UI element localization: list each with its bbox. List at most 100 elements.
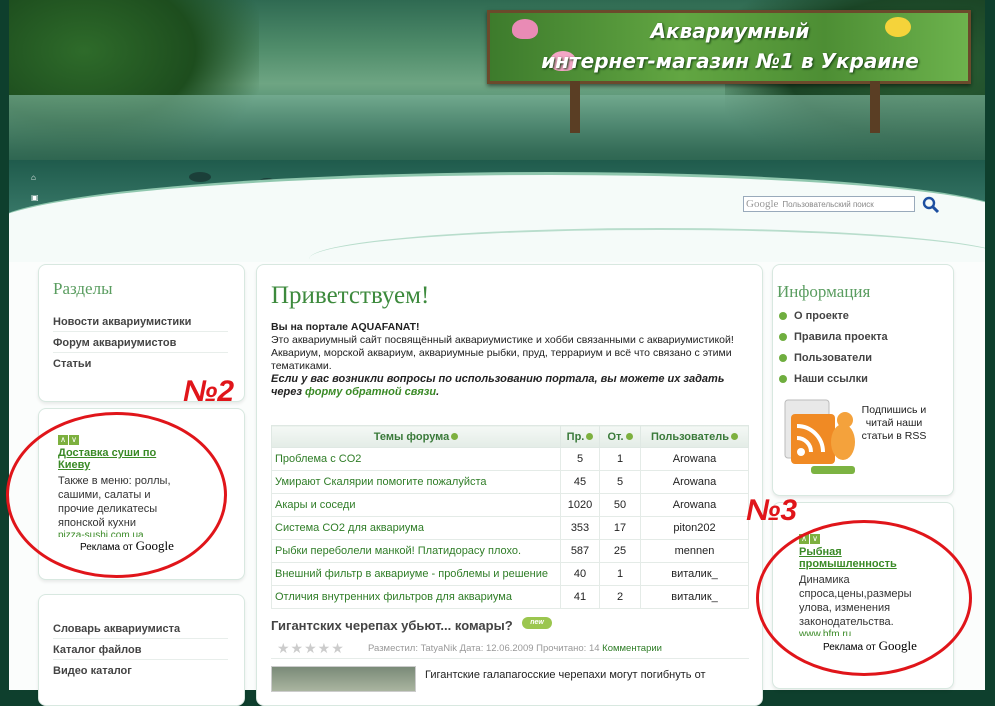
bullet-icon: [779, 354, 787, 363]
topic-link[interactable]: Система CO2 для аквариума: [271, 516, 561, 540]
table-row: Внешний фильтр в аквариуме - проблемы и …: [271, 562, 749, 586]
intro-text: Это аквариумный сайт посвящённый аквариу…: [271, 334, 734, 372]
header-banner: Аквариумный интернет-магазин №1 в Украин…: [9, 0, 985, 262]
table-row: Отличия внутренних фильтров для аквариум…: [271, 585, 749, 609]
user-cell: Arowana: [640, 493, 749, 517]
question-end: .: [436, 386, 440, 398]
col-views-label: Пр.: [566, 430, 585, 443]
col-replies[interactable]: От.: [599, 425, 641, 448]
topic-link[interactable]: Проблема с CO2: [271, 447, 561, 471]
table-row: Система CO2 для аквариума 353 17 piton202: [271, 516, 749, 540]
info-link-rules[interactable]: Правила проекта: [779, 331, 888, 343]
rss-subscribe-text[interactable]: Подпишись и читай наши статьи в RSS: [859, 404, 929, 443]
views-cell: 45: [560, 470, 600, 494]
bullet-icon: [779, 375, 787, 384]
user-cell: piton202: [640, 516, 749, 540]
fish-image: [189, 172, 211, 182]
col-user-label: Пользователь: [650, 430, 729, 443]
replies-cell: 50: [599, 493, 641, 517]
table-row: Акары и соседи 1020 50 Arowana: [271, 493, 749, 517]
comments-link[interactable]: Комментарии: [602, 643, 662, 654]
sign-line-2: интернет-магазин №1 в Украине: [541, 49, 919, 73]
menu-item-articles[interactable]: Статьи: [53, 355, 228, 373]
col-views[interactable]: Пр.: [560, 425, 600, 448]
views-cell: 40: [560, 562, 600, 586]
replies-cell: 5: [599, 470, 641, 494]
views-cell: 353: [560, 516, 600, 540]
forum-table: Темы форума Пр. От. Пользователь Проблем…: [271, 425, 749, 609]
article-text: Гигантские галапагосские черепахи могут …: [425, 669, 706, 681]
views-cell: 1020: [560, 493, 600, 517]
search-placeholder: Пользовательский поиск: [782, 199, 874, 209]
annotation-label-3: №3: [746, 494, 798, 527]
menu-item-video[interactable]: Видео каталог: [53, 662, 228, 680]
article-thumbnail[interactable]: [271, 666, 416, 692]
shop-sign-banner[interactable]: Аквариумный интернет-магазин №1 в Украин…: [487, 10, 971, 133]
bullet-icon: [779, 333, 787, 342]
bullet-icon: [779, 312, 787, 321]
user-cell: Arowana: [640, 447, 749, 471]
article-title[interactable]: Гигантских черепах убьют... комары?: [271, 618, 513, 633]
sort-icon: [731, 432, 738, 440]
annotation-circle-2: [6, 412, 227, 578]
col-user[interactable]: Пользователь: [640, 425, 749, 448]
replies-cell: 1: [599, 562, 641, 586]
views-cell: 5: [560, 447, 600, 471]
info-link-about[interactable]: О проекте: [779, 310, 849, 322]
menu-item-dictionary[interactable]: Словарь аквариумиста: [53, 620, 228, 639]
home-icon[interactable]: ⌂: [31, 174, 39, 182]
topic-link[interactable]: Внешний фильтр в аквариуме - проблемы и …: [271, 562, 561, 586]
user-cell: Arowana: [640, 470, 749, 494]
info-link-label: Пользователи: [794, 352, 873, 364]
article-meta-text: Разместил: TatyaNik Дата: 12.06.2009 Про…: [368, 643, 600, 654]
col-replies-label: От.: [607, 430, 624, 443]
info-link-users[interactable]: Пользователи: [779, 352, 872, 364]
topic-link[interactable]: Акары и соседи: [271, 493, 561, 517]
rating-stars[interactable]: ★★★★★: [277, 640, 345, 657]
sort-icon: [586, 432, 594, 440]
portal-name: Вы на портале AQUAFANAT!: [271, 321, 420, 333]
annotation-circle-3: [756, 520, 972, 676]
sort-icon: [625, 432, 633, 440]
annotation-label-2: №2: [183, 375, 235, 408]
lily-icon: [512, 19, 538, 39]
page-body: Разделы Новости аквариумистики Форум акв…: [6, 262, 985, 706]
table-row: Умирают Скалярии помогите пожалуйста 45 5 A…: [271, 470, 749, 494]
sections-title: Разделы: [53, 279, 113, 298]
views-cell: 587: [560, 539, 600, 563]
sign-post: [870, 81, 880, 133]
divider: [271, 658, 749, 659]
table-row: Рыбки переболели манкой! Платидорасу пло…: [271, 539, 749, 563]
bookmark-icon[interactable]: ▣: [31, 194, 39, 202]
info-link-label: О проекте: [794, 310, 849, 322]
search-icon[interactable]: [922, 196, 940, 214]
info-link-label: Наши ссылки: [794, 373, 868, 385]
user-cell: виталик_: [640, 562, 749, 586]
topic-link[interactable]: Отличия внутренних фильтров для аквариум…: [271, 585, 561, 609]
info-title: Информация: [777, 282, 871, 301]
user-cell: виталик_: [640, 585, 749, 609]
user-cell: mennen: [640, 539, 749, 563]
search-input[interactable]: Google Пользовательский поиск: [743, 196, 915, 212]
catalog-panel: Словарь аквариумиста Каталог файлов Виде…: [38, 594, 245, 706]
google-logo: Google: [746, 198, 779, 210]
menu-item-forum[interactable]: Форум аквариумистов: [53, 334, 228, 353]
topic-link[interactable]: Умирают Скалярии помогите пожалуйста: [271, 470, 561, 494]
replies-cell: 25: [599, 539, 641, 563]
info-link-label: Правила проекта: [794, 331, 888, 343]
rss-reader-icon[interactable]: [781, 392, 863, 482]
col-topics-label: Темы форума: [373, 430, 450, 443]
menu-item-news[interactable]: Новости аквариумистики: [53, 313, 228, 332]
col-topics[interactable]: Темы форума: [271, 425, 561, 448]
water-image: [9, 95, 985, 170]
topic-link[interactable]: Рыбки переболели манкой! Платидорасу пло…: [271, 539, 561, 563]
replies-cell: 17: [599, 516, 641, 540]
question-text: Если у вас возникли вопросы по использов…: [271, 373, 751, 399]
feedback-link[interactable]: форму обратной связи: [305, 386, 436, 398]
menu-item-files[interactable]: Каталог файлов: [53, 641, 228, 660]
new-badge: new: [522, 617, 552, 629]
replies-cell: 1: [599, 447, 641, 471]
sort-icon: [451, 432, 459, 440]
info-link-links[interactable]: Наши ссылки: [779, 373, 868, 385]
welcome-heading: Приветствуем!: [271, 282, 430, 309]
